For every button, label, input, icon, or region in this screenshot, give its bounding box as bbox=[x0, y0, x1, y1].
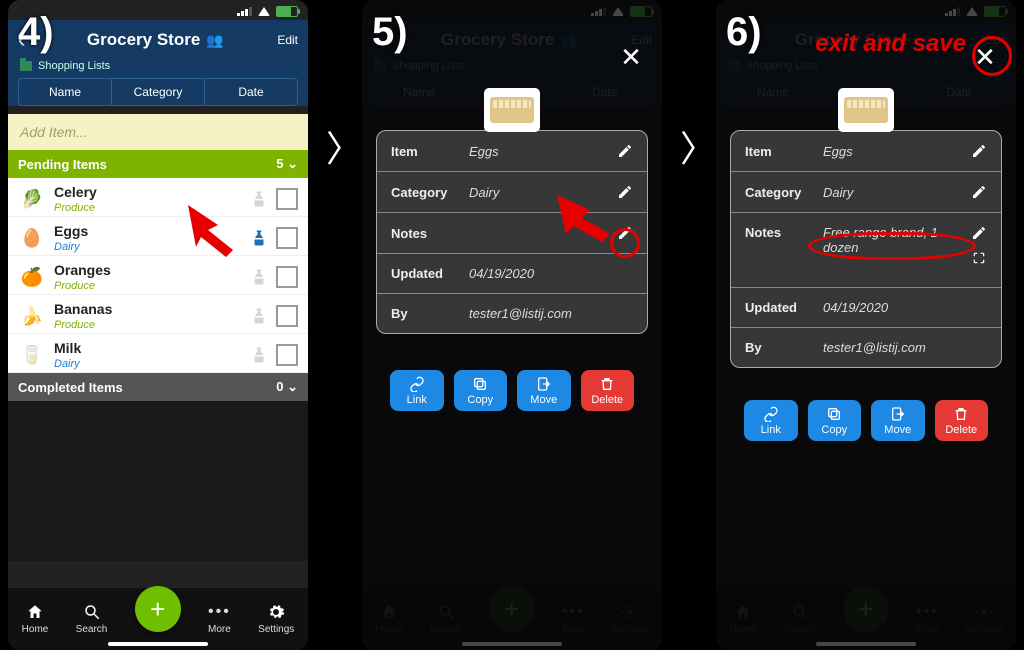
annotation-arrow bbox=[178, 195, 248, 265]
field-label-category: Category bbox=[391, 185, 459, 200]
wifi-icon bbox=[258, 7, 270, 16]
item-category: Produce bbox=[54, 319, 242, 331]
home-icon bbox=[26, 603, 44, 621]
page-title: Grocery Store 👥 bbox=[33, 30, 277, 50]
tab-bar: Home Search + ••• More Settings bbox=[8, 588, 308, 650]
item-thumb: 🥛 bbox=[18, 341, 46, 369]
item-category: Produce bbox=[54, 280, 242, 292]
home-tab[interactable]: Home bbox=[22, 603, 49, 635]
edit-icon[interactable] bbox=[971, 143, 987, 159]
sort-tabs: Name Category Date bbox=[18, 78, 298, 106]
field-label-category: Category bbox=[745, 185, 813, 200]
list-item[interactable]: 🥛 Milk Dairy bbox=[8, 334, 308, 373]
field-label-updated: Updated bbox=[745, 300, 813, 315]
copy-button[interactable]: Copy bbox=[454, 370, 508, 411]
close-button[interactable]: ✕ bbox=[614, 40, 648, 74]
list-item[interactable]: 🍌 Bananas Produce bbox=[8, 295, 308, 334]
field-value-by: tester1@listij.com bbox=[823, 340, 987, 355]
field-label-by: By bbox=[391, 306, 459, 321]
edit-icon[interactable] bbox=[971, 184, 987, 200]
move-button[interactable]: Move bbox=[517, 370, 571, 411]
battery-icon bbox=[276, 6, 298, 17]
step-arrow: 〉 bbox=[680, 120, 716, 172]
breadcrumb[interactable]: Shopping Lists bbox=[8, 60, 308, 78]
copy-button[interactable]: Copy bbox=[808, 400, 862, 441]
field-value-by: tester1@listij.com bbox=[469, 306, 633, 321]
field-label-notes: Notes bbox=[391, 226, 459, 241]
checkbox[interactable] bbox=[276, 344, 298, 366]
field-value-item: Eggs bbox=[823, 144, 961, 159]
checkbox[interactable] bbox=[276, 227, 298, 249]
microscope-icon[interactable] bbox=[250, 190, 268, 208]
checkbox[interactable] bbox=[276, 305, 298, 327]
expand-icon[interactable] bbox=[972, 251, 986, 265]
delete-button[interactable]: Delete bbox=[581, 370, 635, 411]
annotation-text: exit and save bbox=[815, 30, 966, 58]
add-item-input[interactable]: Add Item... bbox=[8, 114, 308, 150]
item-category: Dairy bbox=[54, 358, 242, 370]
edit-button[interactable]: Edit bbox=[277, 33, 298, 47]
more-tab[interactable]: ••• More bbox=[208, 603, 231, 635]
link-button[interactable]: Link bbox=[744, 400, 798, 441]
annotation-ellipse bbox=[808, 232, 976, 260]
edit-icon[interactable] bbox=[617, 143, 633, 159]
action-bar: Link Copy Move Delete bbox=[390, 370, 634, 411]
gear-icon bbox=[267, 603, 285, 621]
shared-icon: 👥 bbox=[206, 32, 223, 49]
action-bar: Link Copy Move Delete bbox=[744, 400, 988, 441]
checkbox[interactable] bbox=[276, 188, 298, 210]
item-thumb: 🍌 bbox=[18, 302, 46, 330]
checkbox[interactable] bbox=[276, 266, 298, 288]
step-number: 5) bbox=[372, 10, 408, 55]
microscope-icon[interactable] bbox=[250, 229, 268, 247]
list-item[interactable]: 🍊 Oranges Produce bbox=[8, 256, 308, 295]
item-thumb: 🥬 bbox=[18, 185, 46, 213]
microscope-icon[interactable] bbox=[250, 346, 268, 364]
empty-area bbox=[8, 401, 308, 561]
more-icon: ••• bbox=[208, 603, 231, 621]
step-number: 4) bbox=[18, 10, 54, 55]
tab-date[interactable]: Date bbox=[205, 79, 297, 105]
settings-tab[interactable]: Settings bbox=[258, 603, 294, 635]
move-button[interactable]: Move bbox=[871, 400, 925, 441]
step-number: 6) bbox=[726, 10, 762, 55]
tab-category[interactable]: Category bbox=[112, 79, 205, 105]
link-button[interactable]: Link bbox=[390, 370, 444, 411]
home-indicator bbox=[108, 642, 208, 646]
field-label-item: Item bbox=[391, 144, 459, 159]
folder-icon bbox=[20, 61, 32, 71]
item-image bbox=[484, 88, 540, 132]
item-name: Milk bbox=[54, 340, 242, 356]
item-thumb: 🥚 bbox=[18, 224, 46, 252]
field-value-category: Dairy bbox=[823, 185, 961, 200]
annotation-circle bbox=[972, 36, 1012, 76]
field-label-notes: Notes bbox=[745, 225, 813, 240]
field-value-updated: 04/19/2020 bbox=[469, 266, 633, 281]
item-image bbox=[838, 88, 894, 132]
pending-list: 🥬 Celery Produce 🥚 Eggs Dairy 🍊 Oranges … bbox=[8, 178, 308, 373]
pending-header[interactable]: Pending Items 5 ⌄ bbox=[8, 150, 308, 178]
field-value-updated: 04/19/2020 bbox=[823, 300, 987, 315]
field-value-item: Eggs bbox=[469, 144, 607, 159]
list-item[interactable]: 🥚 Eggs Dairy bbox=[8, 217, 308, 256]
microscope-icon[interactable] bbox=[250, 307, 268, 325]
search-icon bbox=[83, 603, 101, 621]
delete-button[interactable]: Delete bbox=[935, 400, 989, 441]
add-fab[interactable]: + bbox=[135, 586, 181, 632]
field-label-item: Item bbox=[745, 144, 813, 159]
field-label-updated: Updated bbox=[391, 266, 459, 281]
search-tab[interactable]: Search bbox=[76, 603, 108, 635]
completed-header[interactable]: Completed Items 0 ⌄ bbox=[8, 373, 308, 401]
list-item[interactable]: 🥬 Celery Produce bbox=[8, 178, 308, 217]
microscope-icon[interactable] bbox=[250, 268, 268, 286]
signal-icon bbox=[237, 7, 252, 16]
tab-name[interactable]: Name bbox=[19, 79, 112, 105]
annotation-circle bbox=[610, 228, 640, 258]
item-name: Bananas bbox=[54, 301, 242, 317]
step-arrow: 〉 bbox=[326, 120, 362, 172]
item-thumb: 🍊 bbox=[18, 263, 46, 291]
edit-notes-icon[interactable] bbox=[971, 225, 987, 241]
field-label-by: By bbox=[745, 340, 813, 355]
